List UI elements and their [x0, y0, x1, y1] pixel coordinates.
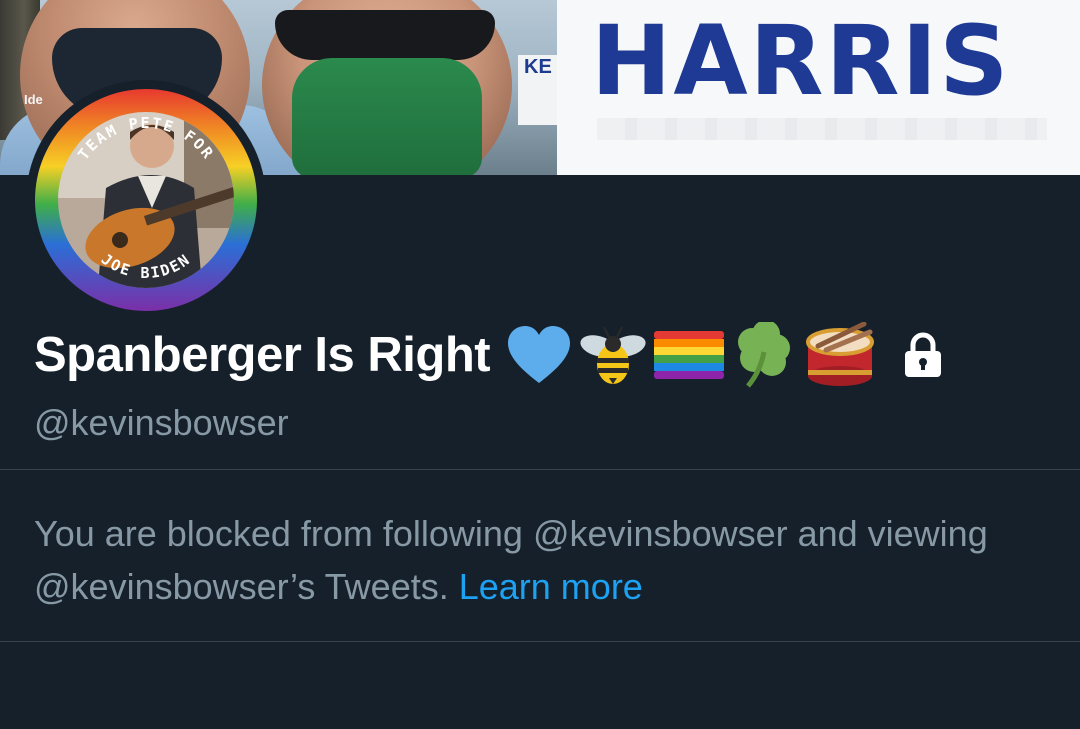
blue-heart-icon	[508, 326, 571, 383]
rainbow-flag-icon	[654, 331, 725, 379]
banner-mask-right	[292, 58, 482, 175]
display-name-emojis	[506, 322, 946, 388]
profile-handle: @kevinsbowser	[34, 402, 289, 443]
banner-yard-sign: KE	[518, 55, 557, 125]
bee-icon	[580, 326, 646, 384]
divider-top	[0, 469, 1080, 470]
display-name-row: Spanberger Is Right	[34, 318, 946, 392]
banner-harris-subtext	[597, 118, 1047, 140]
banner-harris-panel: HARRIS	[557, 0, 1080, 175]
banner-sunglasses	[275, 10, 495, 60]
drum-icon	[806, 322, 875, 386]
divider-bottom	[0, 641, 1080, 642]
shamrock-icon	[738, 322, 791, 388]
blocked-message: You are blocked from following @kevinsbo…	[34, 507, 1054, 613]
banner-harris-text: HARRIS	[591, 5, 1011, 117]
avatar[interactable]: TEAM PETE FOR JOE BIDEN	[34, 88, 258, 312]
display-name: Spanberger Is Right	[34, 328, 491, 382]
profile-page: KE Ide HARRIS TEAM PETE FOR JOE BIDEN Sp…	[0, 0, 1080, 729]
learn-more-link[interactable]: Learn more	[459, 566, 643, 607]
lock-icon	[905, 332, 942, 377]
